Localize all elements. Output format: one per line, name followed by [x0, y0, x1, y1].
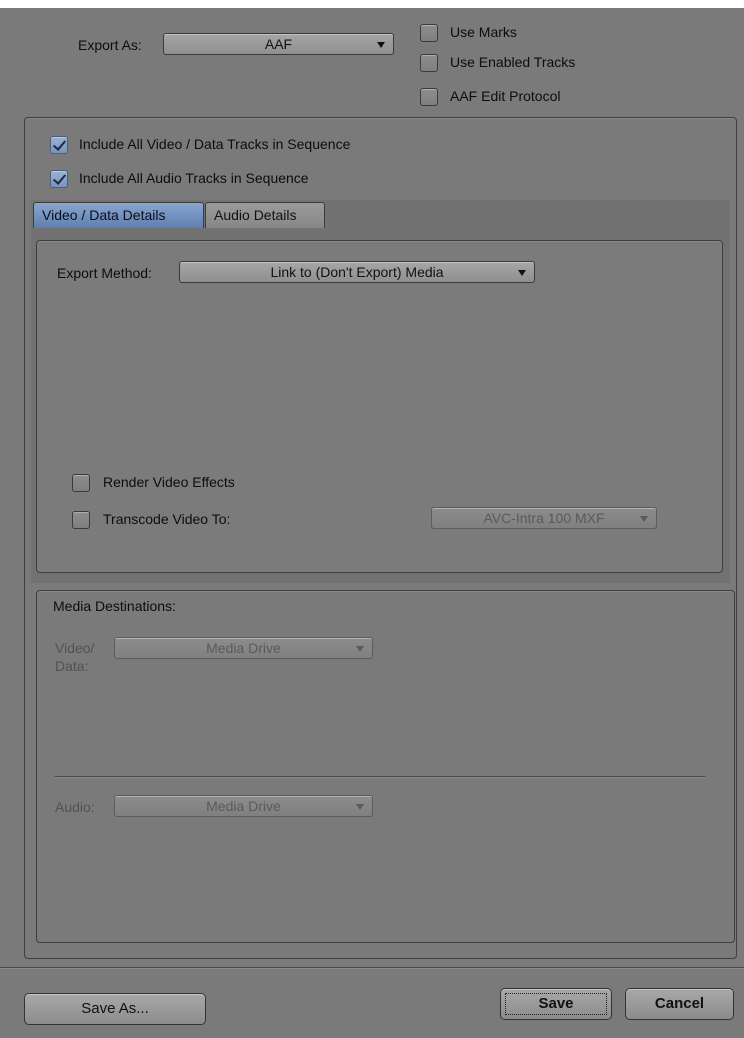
use-enabled-tracks-checkbox[interactable]: [420, 54, 438, 72]
export-as-value: AAF: [264, 36, 293, 52]
audio-destination-value: Media Drive: [206, 798, 281, 814]
export-method-label: Export Method:: [57, 265, 152, 281]
chevron-down-icon: [356, 646, 364, 652]
chevron-down-icon: [377, 42, 385, 48]
footer-divider: [0, 967, 744, 969]
tab-audio-details[interactable]: Audio Details: [205, 202, 325, 228]
export-method-value: Link to (Don't Export) Media: [270, 264, 444, 280]
include-video-tracks-label: Include All Video / Data Tracks in Seque…: [79, 136, 351, 152]
include-video-tracks-checkbox[interactable]: [50, 136, 68, 154]
include-audio-tracks-label: Include All Audio Tracks in Sequence: [79, 170, 309, 186]
tab-video-data-details[interactable]: Video / Data Details: [33, 202, 204, 228]
use-marks-checkbox[interactable]: [420, 24, 438, 42]
chevron-down-icon: [356, 804, 364, 810]
save-as-button[interactable]: Save As...: [24, 993, 206, 1025]
video-destination-dropdown[interactable]: Media Drive: [114, 637, 373, 659]
export-method-dropdown[interactable]: Link to (Don't Export) Media: [179, 261, 535, 283]
save-button[interactable]: Save: [500, 988, 612, 1020]
aaf-edit-protocol-label: AAF Edit Protocol: [450, 88, 561, 104]
audio-destination-label: Audio:: [55, 799, 95, 815]
transcode-video-label: Transcode Video To:: [103, 511, 231, 527]
include-audio-tracks-checkbox[interactable]: [50, 170, 68, 188]
media-destinations-title: Media Destinations:: [53, 598, 176, 614]
chevron-down-icon: [518, 270, 526, 276]
cancel-button[interactable]: Cancel: [625, 988, 734, 1020]
destinations-divider: [55, 776, 705, 778]
chevron-down-icon: [640, 516, 648, 522]
use-marks-label: Use Marks: [450, 24, 517, 40]
transcode-format-value: AVC-Intra 100 MXF: [483, 510, 605, 526]
focus-ring: [505, 993, 607, 1015]
transcode-video-checkbox[interactable]: [72, 511, 90, 529]
render-video-effects-label: Render Video Effects: [103, 474, 235, 490]
use-enabled-tracks-label: Use Enabled Tracks: [450, 54, 576, 70]
audio-destination-dropdown[interactable]: Media Drive: [114, 795, 373, 817]
export-as-label: Export As:: [78, 37, 142, 53]
export-as-dropdown[interactable]: AAF: [163, 33, 394, 55]
video-destination-label-line1: Video/: [55, 640, 95, 656]
export-settings-dialog: Export As: AAF Use Marks Use Enabled Tra…: [0, 0, 744, 1038]
video-destination-value: Media Drive: [206, 640, 281, 656]
render-video-effects-checkbox[interactable]: [72, 474, 90, 492]
transcode-format-dropdown[interactable]: AVC-Intra 100 MXF: [431, 507, 657, 529]
video-destination-label-line2: Data:: [55, 658, 89, 674]
top-clip: [0, 0, 744, 8]
aaf-edit-protocol-checkbox[interactable]: [420, 88, 438, 106]
